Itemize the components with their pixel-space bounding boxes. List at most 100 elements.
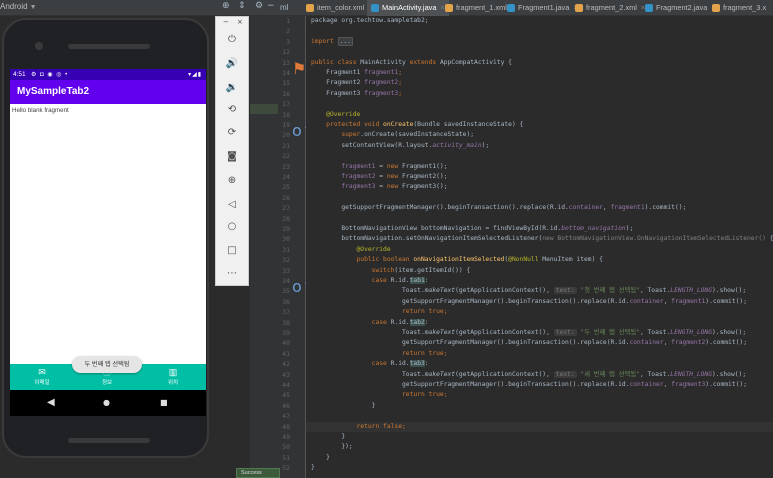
code-token: Fragment2 <box>311 79 365 87</box>
xml-file-icon <box>306 4 314 12</box>
code-token: Fragment1 <box>311 69 365 76</box>
power-icon[interactable]: ⏻ <box>223 33 241 47</box>
home-icon[interactable]: ● <box>103 396 110 410</box>
code-token: return <box>311 391 429 399</box>
bottom-nav-location[interactable]: ▥ 위치 <box>148 367 198 386</box>
code-token: container <box>629 297 664 305</box>
more-icon[interactable]: ⋯ <box>223 267 241 281</box>
gutter-line: 32 <box>250 255 306 265</box>
code-token: onNavigationItemSelected <box>413 256 505 264</box>
gutter-line: 31 <box>250 245 306 255</box>
gutter-line: 47 <box>250 411 306 421</box>
code-line: Toast.makeText(getApplicationContext(), … <box>311 328 746 338</box>
line-number: 48 <box>282 422 290 431</box>
code-token: LENGTH_LONG <box>670 329 712 336</box>
line-number: 44 <box>282 381 290 389</box>
camera-icon[interactable]: ◙ <box>223 150 241 164</box>
bottom-nav-email[interactable]: ✉ 이메일 <box>17 367 67 386</box>
code-line: getSupportFragmentManager().beginTransac… <box>311 338 747 348</box>
line-number: 49 <box>282 433 290 441</box>
editor-tab[interactable]: MainActivity.java × <box>367 0 449 16</box>
close-icon[interactable]: × <box>237 18 243 26</box>
code-token: BottomNavigationView bottomNavigation = … <box>311 225 562 232</box>
overview-icon[interactable]: ■ <box>160 396 168 410</box>
code-token: public boolean <box>311 256 414 264</box>
gutter-line: 36 <box>250 297 306 307</box>
line-number: 51 <box>282 453 290 462</box>
code-token: fragment1 <box>311 162 376 170</box>
code-token: fragment2 <box>364 79 399 87</box>
code-token: fragment1 <box>364 69 399 76</box>
code-token: text: <box>553 370 577 378</box>
line-number: 26 <box>282 193 290 202</box>
code-token: ).show(); <box>711 329 747 336</box>
gutter-line: 41 <box>250 349 306 359</box>
volume-up-icon[interactable]: 🔊 <box>223 57 241 71</box>
gutter-line: 23 <box>250 162 306 172</box>
split-icon[interactable]: ⇕ <box>238 1 246 11</box>
volume-down-icon[interactable]: 🔉 <box>223 81 241 95</box>
code-token: container <box>629 381 664 388</box>
code-token: , <box>602 204 611 212</box>
gutter-line: 16 <box>250 89 306 99</box>
code-token: makeText <box>424 329 456 336</box>
code-token: , Toast. <box>639 287 671 295</box>
device-screen[interactable]: 4:51 ⚙ ◘ ◉ ◎ • ▾◢▮ MySampleTab2 Hello bl… <box>10 69 206 416</box>
minimize-icon[interactable]: − <box>223 18 229 26</box>
success-notification[interactable]: Success <box>236 468 280 478</box>
line-number: 24 <box>282 173 290 181</box>
line-number: 23 <box>282 162 290 171</box>
gutter-line: 29 <box>250 224 306 234</box>
rotate-left-icon[interactable]: ⟲ <box>223 103 241 117</box>
minus-icon[interactable]: − <box>267 1 275 11</box>
emulator-panel: 4:51 ⚙ ◘ ◉ ◎ • ▾◢▮ MySampleTab2 Hello bl… <box>0 16 250 478</box>
code-token: (item.getItemId()) { <box>394 266 471 274</box>
editor-tab[interactable]: item_color.xml× <box>302 0 376 16</box>
code-token: ).commit(); <box>705 297 747 305</box>
code-editor[interactable]: package org.techtow.sampletab2; import ..… <box>306 16 773 478</box>
code-token: extends <box>409 58 440 66</box>
line-number: 21 <box>282 141 290 150</box>
editor-tab-label: Fragment1.java <box>518 3 570 12</box>
code-token: } <box>311 464 315 472</box>
gutter-line: 2 <box>250 26 306 36</box>
code-line: setContentView(R.layout.activity_main); <box>311 141 489 151</box>
line-number: 42 <box>282 360 290 369</box>
line-number: 39 <box>282 329 290 337</box>
overview-icon[interactable]: □ <box>223 244 241 258</box>
device-frame: 4:51 ⚙ ◘ ◉ ◎ • ▾◢▮ MySampleTab2 Hello bl… <box>2 18 209 458</box>
code-token: true <box>428 308 444 316</box>
ml-tab-label[interactable]: ml <box>280 3 288 12</box>
code-token: getSupportFragmentManager().beginTransac… <box>311 339 630 347</box>
gutter-line: 22 <box>250 151 306 161</box>
code-token: = <box>375 162 387 170</box>
code-token: (Bundle savedInstanceState) { <box>413 121 524 128</box>
editor-tab-label: Fragment2.java <box>656 3 708 12</box>
code-token: false <box>383 422 402 430</box>
line-number: 47 <box>282 412 290 421</box>
gear-icon[interactable]: ⚙ <box>255 1 263 11</box>
editor-tab[interactable]: fragment_3.x <box>708 0 770 16</box>
line-number: 3 <box>286 37 290 46</box>
code-line: public class MainActivity extends AppCom… <box>311 58 512 68</box>
back-icon[interactable]: ◁ <box>223 198 241 212</box>
top-speaker <box>68 44 150 49</box>
editor-tab-label: MainActivity.java <box>382 3 437 12</box>
gutter-line: 48 <box>250 422 306 432</box>
zoom-icon[interactable]: ⊕ <box>223 174 241 188</box>
editor-tab[interactable]: fragment_2.xml × <box>571 0 649 16</box>
rotate-right-icon[interactable]: ⟳ <box>223 126 241 140</box>
line-number: 16 <box>282 89 290 98</box>
project-view-dropdown[interactable]: Android ▼ <box>0 2 37 11</box>
class-marker-icon[interactable]: ⚑ <box>292 59 306 78</box>
code-line: getSupportFragmentManager().beginTransac… <box>311 380 747 390</box>
code-line: @Override <box>311 245 390 255</box>
sync-icon[interactable]: ⊕ <box>222 1 230 11</box>
back-icon[interactable]: ◀ <box>47 396 55 410</box>
home-icon[interactable]: ○ <box>223 220 241 234</box>
code-token: super <box>311 131 361 139</box>
status-bar: 4:51 ⚙ ◘ ◉ ◎ • ▾◢▮ <box>10 69 206 80</box>
code-token: = <box>375 183 387 191</box>
editor-tab[interactable]: Fragment1.java× <box>503 0 581 16</box>
code-token: ).show(); <box>711 370 747 378</box>
